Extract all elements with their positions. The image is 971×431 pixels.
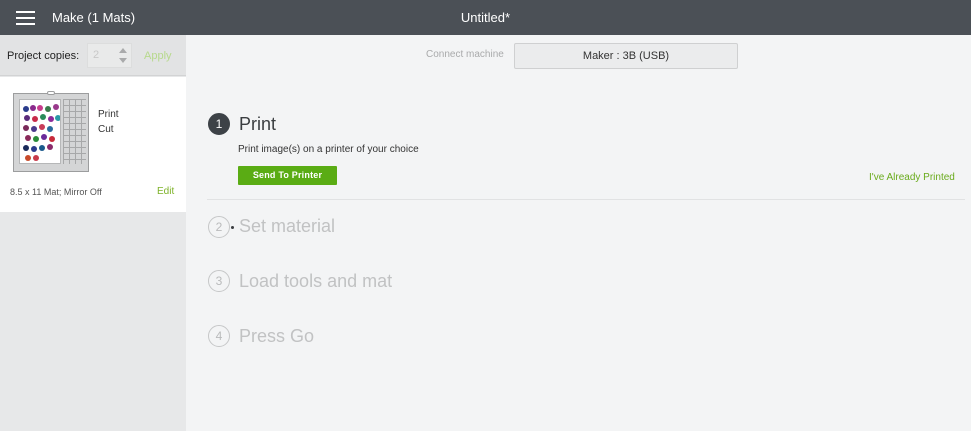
document-title: Untitled* [460,10,511,25]
project-copies-label: Project copies: [7,50,80,62]
step-4-number: 4 [208,325,230,347]
mat-edit-link[interactable]: Edit [157,186,174,197]
step-1-number: 1 [208,113,230,135]
print-description: Print image(s) on a printer of your choi… [238,144,419,155]
step-2-title: Set material [239,216,336,236]
connect-machine-label: Connect machine [426,49,504,60]
step-2-number: 2 [208,216,230,238]
step-4-title: Press Go [239,326,315,346]
stepper-down-icon[interactable] [119,58,127,63]
project-copies-value: 2 [93,49,100,61]
copies-stepper[interactable] [118,47,128,65]
mat-card[interactable]: Print Cut 8.5 x 11 Mat; Mirror Off Edit [0,77,186,212]
mat-grid [63,99,86,164]
cursor-dot [231,226,234,229]
mat-paper-preview [19,99,61,164]
project-copies-bar: Project copies: 2 Apply [0,35,186,76]
sidebar: Project copies: 2 Apply Print Cut 8.5 x … [0,35,186,431]
mat-label-cut: Cut [98,124,114,135]
mat-label-print: Print [98,109,119,120]
apply-button[interactable]: Apply [144,50,172,62]
step-3-number: 3 [208,270,230,292]
mat-thumbnail[interactable] [13,91,89,172]
step-3-title: Load tools and mat [239,271,393,291]
already-printed-link[interactable]: I've Already Printed [869,172,955,183]
send-to-printer-button[interactable]: Send To Printer [238,166,337,185]
step-divider [207,199,965,200]
step-1-title: Print [239,114,277,134]
stepper-up-icon[interactable] [119,48,127,53]
mat-notch [47,91,55,95]
machine-select[interactable]: Maker : 3B (USB) [514,43,738,69]
mat-description: 8.5 x 11 Mat; Mirror Off [10,187,102,197]
top-bar: Make (1 Mats) Untitled* [0,0,971,35]
project-copies-input[interactable]: 2 [87,43,132,68]
